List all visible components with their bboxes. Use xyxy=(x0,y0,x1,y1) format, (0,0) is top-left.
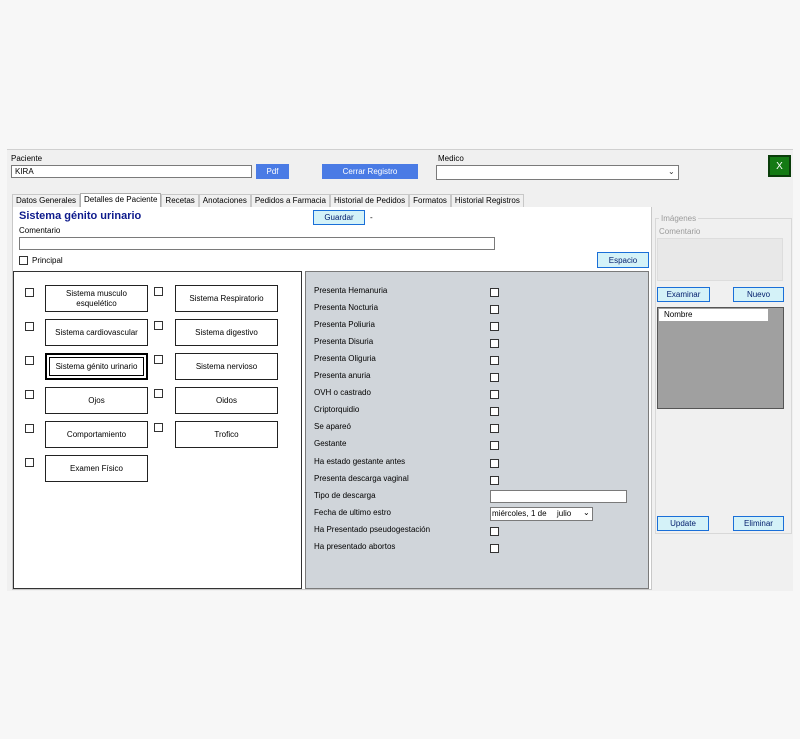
fecha-estro-datepicker[interactable]: miércoles, 1 de julio ⌄ xyxy=(490,507,593,521)
update-button[interactable]: Update xyxy=(657,516,709,531)
tab-recetas[interactable]: Recetas xyxy=(161,194,199,207)
question-label: Ha Presentado pseudogestación xyxy=(314,525,431,534)
question-checkbox[interactable] xyxy=(490,527,499,536)
eliminar-button[interactable]: Eliminar xyxy=(733,516,784,531)
system-button-musculo[interactable]: Sistema musculo esquelético xyxy=(45,285,148,312)
question-checkbox[interactable] xyxy=(490,459,499,468)
paciente-label: Paciente xyxy=(11,154,43,163)
date-day: 1 de xyxy=(531,509,547,518)
question-checkbox[interactable] xyxy=(490,390,499,399)
examinar-button[interactable]: Examinar xyxy=(657,287,710,302)
system-checkbox-10[interactable] xyxy=(154,423,163,432)
question-label: Presenta Hemanuria xyxy=(314,286,388,295)
question-checkbox[interactable] xyxy=(490,424,499,433)
question-label: Ha presentado abortos xyxy=(314,542,396,551)
date-weekday: miércoles, xyxy=(492,509,529,518)
chevron-down-icon[interactable]: ⌄ xyxy=(668,167,675,176)
question-label: Presenta Poliuria xyxy=(314,320,375,329)
images-comentario-box[interactable] xyxy=(657,238,783,281)
system-checkbox-7[interactable] xyxy=(25,390,34,399)
pdf-button[interactable]: Pdf xyxy=(256,164,289,179)
question-checkbox[interactable] xyxy=(490,288,499,297)
tipo-descarga-input[interactable] xyxy=(490,490,627,503)
status-dash: - xyxy=(370,213,373,222)
tab-historial-registros[interactable]: Historial Registros xyxy=(450,194,524,207)
images-comentario-label: Comentario xyxy=(659,227,701,236)
system-checkbox-6[interactable] xyxy=(154,355,163,364)
question-checkbox[interactable] xyxy=(490,305,499,314)
system-button-ojos[interactable]: Ojos xyxy=(45,387,148,414)
question-checkbox[interactable] xyxy=(490,544,499,553)
tab-formatos[interactable]: Formatos xyxy=(409,194,451,207)
system-button-nervioso[interactable]: Sistema nervioso xyxy=(175,353,278,380)
principal-label: Principal xyxy=(32,256,63,265)
nuevo-button[interactable]: Nuevo xyxy=(733,287,784,302)
system-button-trofico[interactable]: Trofico xyxy=(175,421,278,448)
question-checkbox[interactable] xyxy=(490,476,499,485)
question-label: Presenta Nocturia xyxy=(314,303,379,312)
system-button-cardiovascular[interactable]: Sistema cardiovascular xyxy=(45,319,148,346)
question-label: Se apareó xyxy=(314,422,351,431)
tab-strip: Datos Generales Detalles de Paciente Rec… xyxy=(12,193,524,207)
question-label: OVH o castrado xyxy=(314,388,371,397)
question-label: Presenta anuria xyxy=(314,371,371,380)
images-group-label: Imágenes xyxy=(659,214,699,223)
question-label: Ha estado gestante antes xyxy=(314,457,406,466)
guardar-button[interactable]: Guardar xyxy=(313,210,365,225)
principal-checkbox[interactable] xyxy=(19,256,28,265)
system-checkbox-9[interactable] xyxy=(25,424,34,433)
espacio-button[interactable]: Espacio xyxy=(597,252,649,268)
question-checkbox[interactable] xyxy=(490,373,499,382)
system-checkbox-8[interactable] xyxy=(154,389,163,398)
tab-historial-pedidos[interactable]: Historial de Pedidos xyxy=(329,194,410,207)
system-checkbox-5[interactable] xyxy=(25,356,34,365)
images-list[interactable]: Nombre xyxy=(657,307,784,409)
questions-panel: Presenta Hemanuria Presenta Nocturia Pre… xyxy=(305,271,649,589)
section-title: Sistema génito urinario xyxy=(19,210,142,222)
question-label: Presenta descarga vaginal xyxy=(314,474,409,483)
list-column-header[interactable]: Nombre xyxy=(659,309,768,321)
system-checkbox-2[interactable] xyxy=(154,287,163,296)
fecha-estro-label: Fecha de ultimo estro xyxy=(314,508,391,517)
close-button[interactable]: X xyxy=(768,155,791,177)
tab-pedidos-farmacia[interactable]: Pedidos a Farmacia xyxy=(250,194,330,207)
question-label: Gestante xyxy=(314,439,347,448)
question-checkbox[interactable] xyxy=(490,339,499,348)
medico-label: Medico xyxy=(438,154,464,163)
system-checkbox-1[interactable] xyxy=(25,288,34,297)
systems-panel: Sistema musculo esquelético Sistema Resp… xyxy=(13,271,302,589)
tab-page-detalles: Sistema génito urinario Guardar - Coment… xyxy=(12,207,652,590)
comentario-input[interactable] xyxy=(19,237,495,250)
question-label: Criptorquidio xyxy=(314,405,360,414)
main-window: Paciente KIRA Pdf Cerrar Registro Medico… xyxy=(7,149,793,591)
question-label: Presenta Oliguria xyxy=(314,354,376,363)
system-checkbox-11[interactable] xyxy=(25,458,34,467)
question-label: Presenta Disuria xyxy=(314,337,374,346)
system-button-comportamiento[interactable]: Comportamiento xyxy=(45,421,148,448)
comentario-label: Comentario xyxy=(19,226,61,235)
paciente-input[interactable]: KIRA xyxy=(11,165,252,178)
chevron-down-icon[interactable]: ⌄ xyxy=(583,508,590,518)
question-checkbox[interactable] xyxy=(490,441,499,450)
tab-detalles-paciente[interactable]: Detalles de Paciente xyxy=(80,193,162,207)
system-button-digestivo[interactable]: Sistema digestivo xyxy=(175,319,278,346)
tab-anotaciones[interactable]: Anotaciones xyxy=(198,194,251,207)
question-checkbox[interactable] xyxy=(490,356,499,365)
system-button-examen-fisico[interactable]: Examen Físico xyxy=(45,455,148,482)
tab-datos-generales[interactable]: Datos Generales xyxy=(12,194,81,207)
date-month: julio xyxy=(557,509,572,518)
system-checkbox-3[interactable] xyxy=(25,322,34,331)
system-button-genito-urinario[interactable]: Sistema génito urinario xyxy=(45,353,148,380)
cerrar-registro-button[interactable]: Cerrar Registro xyxy=(322,164,418,179)
medico-select[interactable] xyxy=(436,165,679,180)
system-button-oidos[interactable]: Oidos xyxy=(175,387,278,414)
question-checkbox[interactable] xyxy=(490,322,499,331)
tipo-descarga-label: Tipo de descarga xyxy=(314,491,376,500)
system-checkbox-4[interactable] xyxy=(154,321,163,330)
question-checkbox[interactable] xyxy=(490,407,499,416)
system-button-respiratorio[interactable]: Sistema Respiratorio xyxy=(175,285,278,312)
